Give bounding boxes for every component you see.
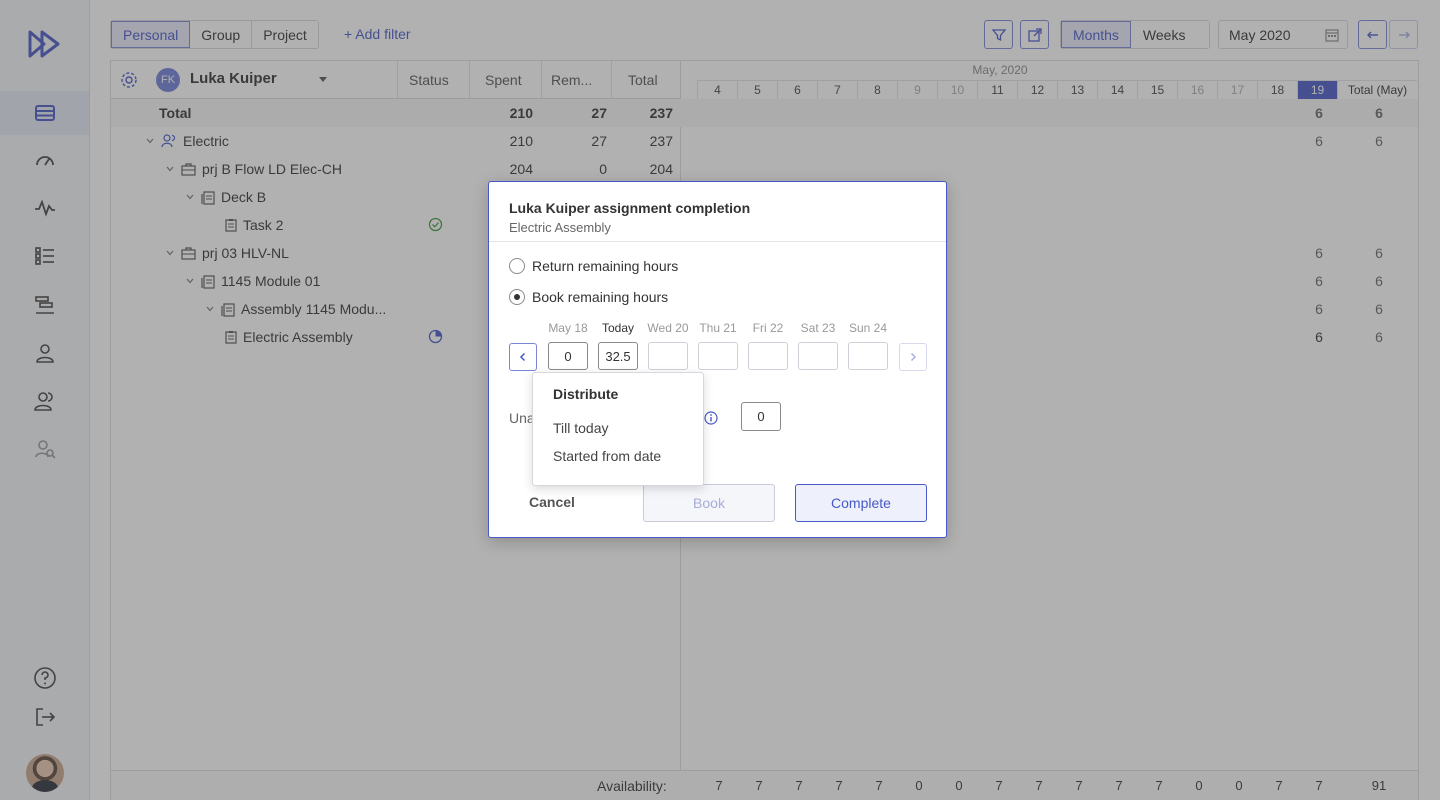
cancel-button[interactable]: Cancel (529, 494, 575, 510)
day-column-label: Today (601, 321, 635, 335)
option-return-remaining[interactable]: Return remaining hours (509, 258, 678, 274)
next-days-button[interactable] (899, 343, 927, 371)
option-return-label: Return remaining hours (532, 258, 679, 274)
book-button[interactable]: Book (643, 484, 775, 522)
day-column-label: Fri 22 (752, 321, 784, 335)
chevron-left-icon (519, 352, 526, 362)
radio-book[interactable] (509, 289, 525, 305)
day-column-label: Sat 23 (800, 321, 836, 335)
menu-item-till-today[interactable]: Till today (553, 420, 609, 436)
day-column-label: Sun 24 (848, 321, 888, 335)
day-hours-input[interactable]: 32.5 (598, 342, 638, 370)
unassigned-label: Una (509, 410, 535, 426)
chevron-right-icon (910, 352, 917, 362)
info-icon[interactable] (704, 411, 718, 425)
unassigned-input[interactable]: 0 (741, 402, 781, 431)
day-hours-input[interactable] (698, 342, 738, 370)
day-hours-input[interactable] (648, 342, 688, 370)
option-book-label: Book remaining hours (532, 289, 669, 305)
radio-return[interactable] (509, 258, 525, 274)
complete-button[interactable]: Complete (795, 484, 927, 522)
day-hours-input[interactable] (798, 342, 838, 370)
dialog-subtitle: Electric Assembly (509, 220, 611, 235)
day-hours-input[interactable] (848, 342, 888, 370)
menu-item-started-from-date[interactable]: Started from date (553, 448, 661, 464)
distribute-menu-header: Distribute (553, 386, 619, 402)
distribute-menu: Distribute Till today Started from date (532, 372, 704, 486)
dialog-title: Luka Kuiper assignment completion (509, 200, 751, 216)
option-book-remaining[interactable]: Book remaining hours (509, 289, 668, 305)
day-hours-input[interactable]: 0 (548, 342, 588, 370)
day-hours-input[interactable] (748, 342, 788, 370)
prev-days-button[interactable] (509, 343, 537, 371)
day-column-label: Thu 21 (699, 321, 737, 335)
day-column-label: May 18 (548, 321, 588, 335)
day-column-label: Wed 20 (647, 321, 689, 335)
